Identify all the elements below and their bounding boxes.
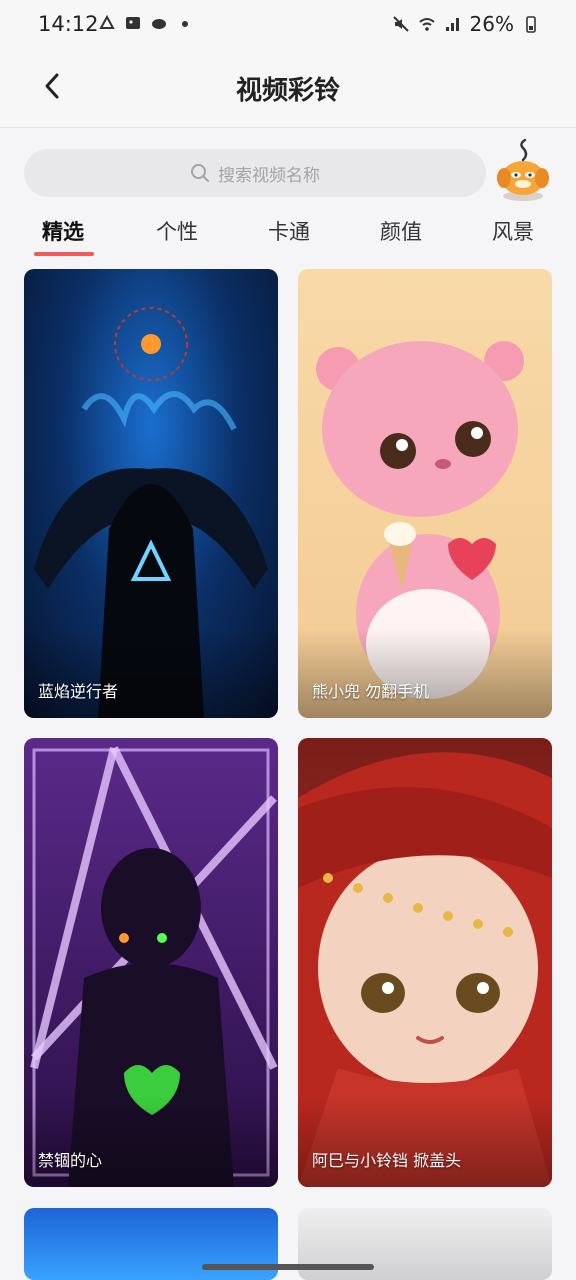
cloud-icon: [152, 19, 166, 29]
notification-icon: [99, 14, 115, 29]
video-title: 蓝焰逆行者: [38, 682, 119, 701]
search-input[interactable]: 搜索视频名称: [24, 149, 486, 197]
video-title: 熊小兜 勿翻手机: [312, 682, 430, 701]
tab-scenery[interactable]: 风景: [492, 216, 534, 246]
battery-level: 26%: [469, 12, 514, 36]
card-shade: [24, 628, 278, 718]
tab-featured[interactable]: 精选: [42, 216, 84, 246]
video-card[interactable]: 蓝焰逆行者: [24, 269, 278, 718]
tab-personality[interactable]: 个性: [156, 216, 198, 246]
card-shade: [298, 628, 552, 718]
video-card[interactable]: 禁锢的心: [24, 738, 278, 1187]
mascot-avatar[interactable]: [494, 138, 552, 204]
video-title: 阿巳与小铃铛 掀盖头: [312, 1151, 462, 1170]
active-tab-indicator: [34, 252, 94, 256]
battery-icon: [526, 16, 536, 33]
signal-icon: [445, 18, 459, 31]
tab-looks[interactable]: 颜值: [380, 216, 422, 246]
search-placeholder: 搜索视频名称: [218, 165, 320, 186]
card-shade: [298, 1097, 552, 1187]
dot-icon: [182, 21, 188, 27]
mute-icon: [392, 16, 409, 32]
gallery-icon: [126, 17, 140, 29]
app-header: 视频彩铃: [0, 48, 576, 128]
video-card[interactable]: 熊小兜 勿翻手机: [298, 269, 552, 718]
status-notification-icons: [98, 14, 194, 32]
video-title: 禁锢的心: [38, 1151, 103, 1170]
tab-cartoon[interactable]: 卡通: [268, 216, 310, 246]
category-tabs: 精选 个性 卡通 颜值 风景: [0, 216, 576, 260]
wifi-icon: [418, 18, 435, 31]
page-title: 视频彩铃: [235, 76, 340, 106]
search-icon: [191, 164, 209, 182]
status-time: 14:12: [38, 12, 99, 36]
status-bar: 14:12 26%: [0, 0, 576, 48]
video-card[interactable]: 阿巳与小铃铛 掀盖头: [298, 738, 552, 1187]
status-right: 26%: [392, 12, 540, 36]
home-indicator[interactable]: [202, 1264, 374, 1270]
card-shade: [24, 1097, 278, 1187]
